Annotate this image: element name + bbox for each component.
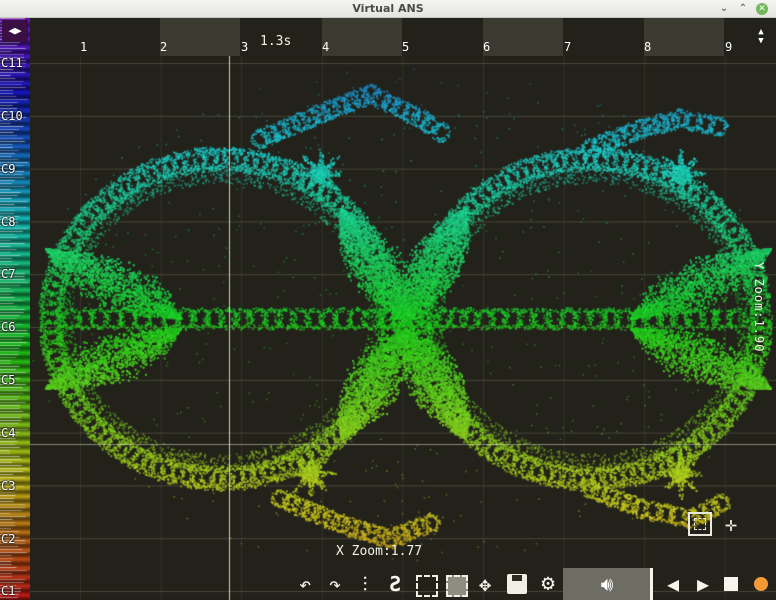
select-all-icon[interactable] (442, 571, 468, 597)
redo-icon[interactable]: ↷ (322, 571, 348, 597)
up-down-arrows-icon[interactable]: ▲ ▼ (752, 28, 770, 50)
selection-rectangle-icon[interactable] (412, 571, 438, 597)
stop-icon[interactable] (718, 571, 744, 597)
note-label: C7 (1, 267, 15, 281)
note-label: C9 (1, 162, 15, 176)
minimize-icon[interactable]: ⌄ (718, 3, 730, 15)
y-zoom-label: Y Zoom:1.90 (752, 262, 766, 352)
spectrogram-canvas[interactable] (30, 18, 776, 600)
note-label: C10 (1, 109, 23, 123)
speaker-icon[interactable]: 🔊︎ (563, 568, 651, 600)
note-label: C1 (1, 584, 15, 598)
left-right-arrows-icon[interactable]: ◀▶ (2, 20, 28, 42)
x-zoom-label: X Zoom:1.77 (336, 544, 422, 559)
spectrogram-image[interactable] (30, 18, 776, 600)
play-backward-icon[interactable]: ◀ (660, 571, 686, 597)
move-icon[interactable]: ✥ (472, 571, 498, 597)
note-label: C11 (1, 56, 23, 70)
note-label: C4 (1, 426, 15, 440)
window-title-bar: Virtual ANS ⌄ ⌃ ✕ (0, 0, 776, 18)
brush-icon[interactable]: Ƨ (382, 571, 408, 597)
fit-to-view-icon[interactable] (688, 512, 712, 536)
note-label: C6 (1, 320, 15, 334)
maximize-icon[interactable]: ⌃ (737, 3, 749, 15)
note-label: C5 (1, 373, 15, 387)
center-crosshair-icon[interactable]: ✛ (719, 512, 743, 536)
note-label: C3 (1, 479, 15, 493)
note-label: C8 (1, 215, 15, 229)
floppy-disk-icon[interactable] (504, 571, 530, 597)
window-title: Virtual ANS (0, 2, 776, 15)
note-label: C2 (1, 532, 15, 546)
note-keyboard[interactable]: ◀▶ C11 C10 C9 C8 C7 C6 C5 C4 C3 C2 C1 (0, 18, 30, 600)
gear-icon[interactable]: ⚙ (535, 571, 561, 597)
close-icon[interactable]: ✕ (756, 3, 768, 15)
volume-level-bar[interactable] (650, 568, 653, 600)
keyboard-spectrum (0, 18, 30, 600)
mixer-sliders-icon[interactable]: ⫶ (352, 571, 378, 597)
record-icon[interactable] (748, 571, 774, 597)
play-icon[interactable]: ▶ (690, 571, 716, 597)
undo-icon[interactable]: ↶ (292, 571, 318, 597)
